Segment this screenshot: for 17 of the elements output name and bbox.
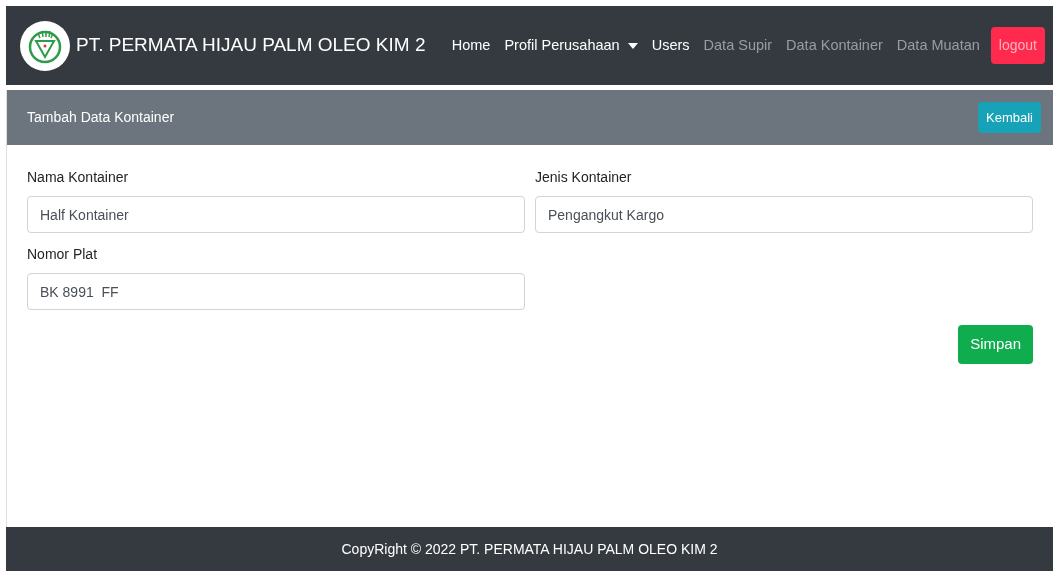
nav-link[interactable]: Users [644,26,697,65]
nav-link[interactable]: Data Kontainer [779,26,890,65]
nav-dropdown[interactable]: Profil Perusahaan [497,26,645,65]
field-label: Jenis Kontainer [535,168,633,187]
field-label: Nomor Plat [27,245,99,264]
nav-link[interactable]: Home [444,26,498,65]
input-field[interactable]: Half Kontainer [27,196,525,233]
copyright-text: CopyRight © 2022 PT. PERMATA HIJAU PALM OLEO KIM 2 [341,539,718,559]
card-title: Tambah Data Kontainer [27,108,175,127]
caret-icon [627,42,638,49]
field-label: Nama Kontainer [27,168,130,187]
input-field[interactable]: Pengangkut Kargo [535,196,1033,233]
company-logo [20,20,70,71]
brand-name[interactable]: PT. PERMATA HIJAU PALM OLEO KIM 2 [76,31,426,60]
nav-link[interactable]: Data Muatan [889,26,987,65]
nav-link[interactable]: Data Supir [696,26,780,65]
input-field[interactable]: BK 8991 FF [27,273,525,310]
